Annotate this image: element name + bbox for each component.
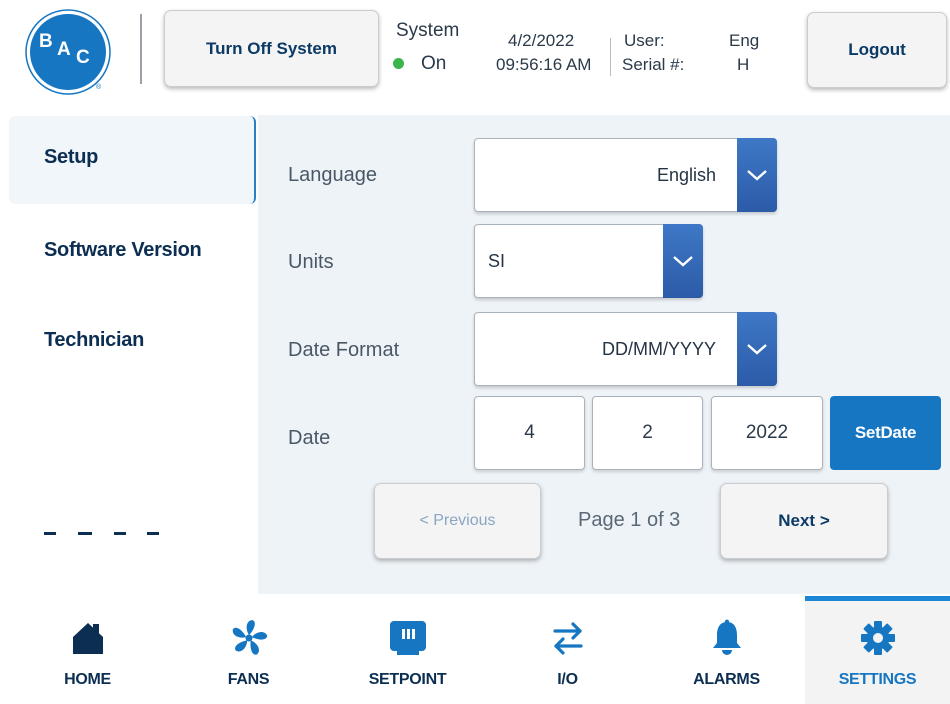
nav-settings[interactable]: SETTINGS bbox=[805, 596, 950, 704]
user-value: Eng bbox=[729, 31, 760, 50]
next-page-button[interactable]: Next > bbox=[720, 483, 888, 559]
bac-logo: B A C ® bbox=[25, 9, 111, 95]
fan-icon bbox=[232, 620, 267, 655]
turn-off-system-button[interactable]: Turn Off System bbox=[164, 10, 379, 87]
header-divider bbox=[140, 14, 142, 84]
date-format-value: DD/MM/YYYY bbox=[601, 338, 716, 359]
units-label: Units bbox=[288, 251, 334, 273]
svg-text:B: B bbox=[39, 31, 53, 52]
system-label: System bbox=[396, 20, 460, 41]
svg-text:C: C bbox=[76, 47, 90, 68]
setpoint-icon bbox=[389, 621, 426, 655]
previous-page-button[interactable]: < Previous bbox=[374, 483, 541, 559]
date-format-dropdown-button[interactable] bbox=[737, 312, 777, 386]
units-value: SI bbox=[488, 250, 506, 271]
svg-text:®: ® bbox=[96, 83, 102, 91]
nav-setpoint[interactable]: SETPOINT bbox=[335, 596, 480, 704]
nav-home-label: HOME bbox=[64, 671, 111, 688]
language-value: English bbox=[656, 164, 716, 185]
home-icon bbox=[72, 623, 103, 654]
header-time: 09:56:16 AM bbox=[496, 55, 592, 74]
language-select[interactable]: English bbox=[474, 138, 777, 212]
nav-fans[interactable]: FANS bbox=[176, 596, 321, 704]
language-label: Language bbox=[288, 164, 377, 186]
date-format-label: Date Format bbox=[288, 339, 400, 361]
nav-home[interactable]: HOME bbox=[15, 596, 160, 704]
nav-setpoint-label: SETPOINT bbox=[368, 671, 447, 688]
system-status-indicator bbox=[393, 58, 404, 69]
logout-button[interactable]: Logout bbox=[807, 12, 947, 88]
sidebar-scroll-hint bbox=[44, 532, 164, 536]
set-date-button[interactable]: SetDate bbox=[830, 396, 941, 470]
units-dropdown-button[interactable] bbox=[663, 224, 703, 298]
nav-fans-label: FANS bbox=[227, 671, 270, 688]
svg-text:A: A bbox=[57, 39, 71, 60]
nav-alarms-label: ALARMS bbox=[693, 671, 760, 688]
chevron-down-icon bbox=[747, 344, 767, 355]
nav-alarms[interactable]: ALARMS bbox=[654, 596, 799, 704]
date-year-input[interactable]: 2022 bbox=[711, 396, 823, 470]
units-select[interactable]: SI bbox=[474, 224, 703, 298]
io-arrows-icon bbox=[552, 622, 583, 655]
date-format-select[interactable]: DD/MM/YYYY bbox=[474, 312, 777, 386]
sidebar-item-setup[interactable]: Setup bbox=[9, 116, 256, 204]
nav-io-label: I/O bbox=[557, 671, 578, 688]
page-indicator: Page 1 of 3 bbox=[578, 509, 681, 531]
nav-io[interactable]: I/O bbox=[495, 596, 640, 704]
date-month-input[interactable]: 2 bbox=[592, 396, 703, 470]
header-date: 4/2/2022 bbox=[508, 31, 575, 50]
user-label: User: bbox=[624, 31, 665, 50]
serial-label: Serial #: bbox=[622, 55, 685, 74]
header-info-divider bbox=[610, 38, 611, 76]
gear-icon bbox=[860, 621, 895, 655]
date-label: Date bbox=[288, 427, 331, 449]
chevron-down-icon bbox=[673, 256, 693, 267]
serial-value: H bbox=[737, 55, 750, 74]
language-dropdown-button[interactable] bbox=[737, 138, 777, 212]
sidebar-item-software-version[interactable]: Software Version bbox=[9, 206, 256, 294]
nav-settings-label: SETTINGS bbox=[838, 671, 917, 688]
sidebar-item-technician[interactable]: Technician bbox=[9, 296, 256, 384]
chevron-down-icon bbox=[747, 170, 767, 181]
date-day-input[interactable]: 4 bbox=[474, 396, 585, 470]
bell-icon bbox=[712, 619, 741, 655]
system-state: On bbox=[421, 53, 447, 74]
